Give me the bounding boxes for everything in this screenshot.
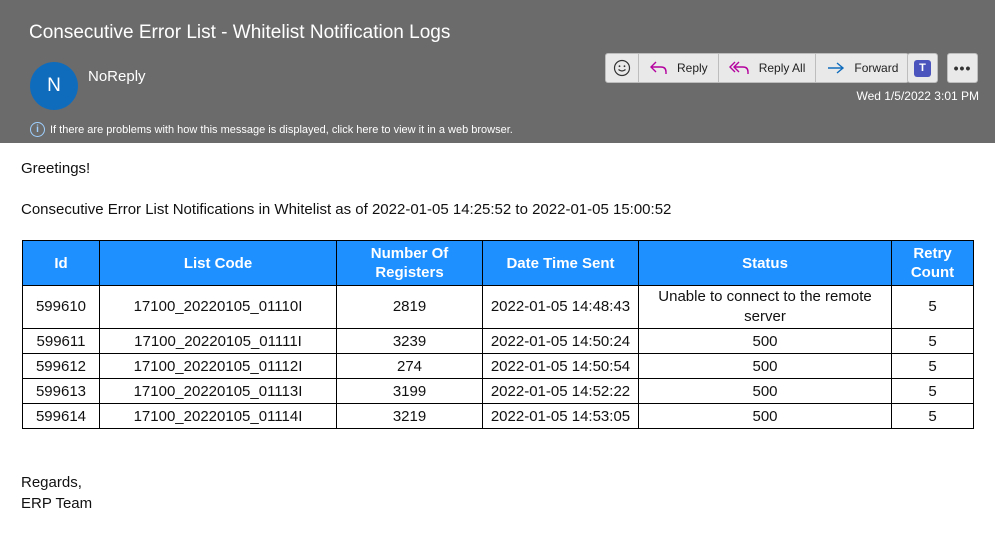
cell-status: 500: [638, 403, 892, 429]
table-row: 599611 17100_20220105_01111I 3239 2022-0…: [22, 328, 974, 354]
column-header-date-sent: Date Time Sent: [482, 240, 639, 286]
intro-text: Consecutive Error List Notifications in …: [21, 201, 672, 218]
info-text[interactable]: If there are problems with how this mess…: [50, 124, 513, 136]
cell-date-sent: 2022-01-05 14:50:54: [482, 353, 639, 379]
forward-arrow-icon: [828, 62, 845, 74]
cell-date-sent: 2022-01-05 14:52:22: [482, 378, 639, 404]
signature: Regards, ERP Team: [21, 472, 92, 514]
cell-retry: 5: [891, 353, 974, 379]
more-actions-button[interactable]: •••: [947, 53, 978, 83]
cell-date-sent: 2022-01-05 14:48:43: [482, 285, 639, 329]
cell-registers: 3239: [336, 328, 483, 354]
message-date: Wed 1/5/2022 3:01 PM: [856, 89, 979, 103]
column-header-retry-line2: Count: [910, 264, 955, 281]
reply-label: Reply: [677, 61, 708, 75]
column-header-retry-line1: Retry: [913, 245, 952, 262]
sender-name[interactable]: NoReply: [88, 68, 146, 85]
smiley-icon: [613, 59, 631, 77]
team-name: ERP Team: [21, 495, 93, 512]
teams-icon: T: [914, 59, 931, 77]
reply-button[interactable]: Reply: [639, 54, 719, 82]
cell-registers: 3219: [336, 403, 483, 429]
avatar-initial: N: [47, 75, 61, 96]
avatar[interactable]: N: [30, 62, 78, 110]
cell-registers: 3199: [336, 378, 483, 404]
cell-list-code: 17100_20220105_01110I: [99, 285, 337, 329]
more-icon: •••: [953, 60, 972, 76]
column-header-registers-line2: Registers: [375, 264, 444, 281]
reply-icon: [650, 61, 667, 74]
cell-id: 599614: [22, 403, 100, 429]
cell-status: 500: [638, 353, 892, 379]
cell-retry: 5: [891, 403, 974, 429]
info-icon: i: [30, 122, 45, 137]
table-header-row: Id List Code Number Of Registers Date Ti…: [22, 240, 974, 286]
message-actions: Reply Reply All Forward: [605, 53, 910, 83]
table-row: 599612 17100_20220105_01112I 274 2022-01…: [22, 353, 974, 379]
message-subject: Consecutive Error List - Whitelist Notif…: [29, 22, 451, 43]
column-header-registers-line1: Number Of: [370, 245, 449, 262]
cell-date-sent: 2022-01-05 14:53:05: [482, 403, 639, 429]
cell-id: 599611: [22, 328, 100, 354]
cell-list-code: 17100_20220105_01112I: [99, 353, 337, 379]
reply-all-button[interactable]: Reply All: [719, 54, 817, 82]
column-header-id: Id: [22, 240, 100, 286]
forward-button[interactable]: Forward: [816, 54, 908, 82]
message-header: Consecutive Error List - Whitelist Notif…: [0, 0, 995, 143]
reply-all-icon: [728, 61, 749, 74]
column-header-status: Status: [638, 240, 892, 286]
forward-label: Forward: [854, 61, 899, 75]
info-bar[interactable]: i If there are problems with how this me…: [30, 122, 513, 137]
table-row: 599610 17100_20220105_01110I 2819 2022-0…: [22, 285, 974, 329]
table-row: 599614 17100_20220105_01114I 3219 2022-0…: [22, 403, 974, 429]
cell-list-code: 17100_20220105_01114I: [99, 403, 337, 429]
cell-id: 599612: [22, 353, 100, 379]
cell-list-code: 17100_20220105_01113I: [99, 378, 337, 404]
regards-text: Regards,: [21, 474, 82, 491]
cell-registers: 274: [336, 353, 483, 379]
cell-id: 599610: [22, 285, 100, 329]
cell-status: Unable to connect to the remote server: [638, 285, 892, 329]
emoji-reaction-button[interactable]: [606, 54, 639, 82]
cell-date-sent: 2022-01-05 14:50:24: [482, 328, 639, 354]
cell-status: 500: [638, 328, 892, 354]
teams-share-button[interactable]: T: [907, 53, 938, 83]
cell-list-code: 17100_20220105_01111I: [99, 328, 337, 354]
cell-id: 599613: [22, 378, 100, 404]
cell-status: 500: [638, 378, 892, 404]
column-header-registers: Number Of Registers: [336, 240, 483, 286]
reply-all-label: Reply All: [758, 61, 806, 75]
column-header-retry: Retry Count: [891, 240, 974, 286]
cell-retry: 5: [891, 285, 974, 329]
column-header-list-code: List Code: [99, 240, 337, 286]
cell-retry: 5: [891, 378, 974, 404]
table-row: 599613 17100_20220105_01113I 3199 2022-0…: [22, 378, 974, 404]
cell-registers: 2819: [336, 285, 483, 329]
error-table: Id List Code Number Of Registers Date Ti…: [22, 240, 974, 429]
greeting-text: Greetings!: [21, 160, 91, 177]
cell-retry: 5: [891, 328, 974, 354]
